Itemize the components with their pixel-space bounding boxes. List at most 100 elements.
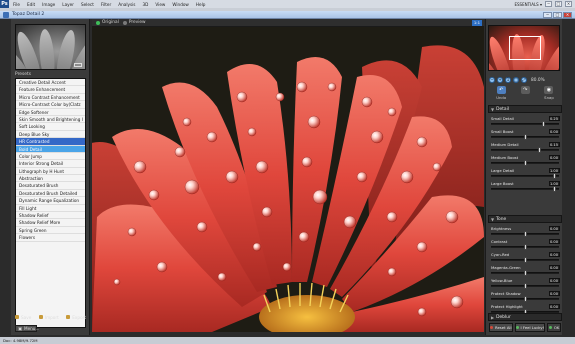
slider-protect-shadow[interactable]: Protect Shadow 0.00 <box>489 291 561 303</box>
slider-magenta-green[interactable]: Magenta-Green 0.00 <box>489 265 561 277</box>
preset-item[interactable]: Interior Strong Detail <box>16 160 85 168</box>
undo-button[interactable]: ↶ Undo <box>496 86 506 102</box>
menu-layer[interactable]: Layer <box>62 2 74 7</box>
preset-item[interactable]: Skin Smooth and Brightening I <box>16 116 85 124</box>
zoom-out-icon[interactable]: − <box>489 77 495 83</box>
navigator-viewport-box[interactable] <box>509 36 541 60</box>
preset-item[interactable]: Desaturated Brush <box>16 182 85 190</box>
slider-large-detail[interactable]: Large Detail 1.00 <box>489 168 561 180</box>
zoom-fill-icon[interactable]: ⤢ <box>521 77 527 83</box>
slider-value-field[interactable]: 0.00 <box>549 304 560 309</box>
slider-medium-detail[interactable]: Medium Detail 0.15 <box>489 142 561 154</box>
menu-file[interactable]: File <box>13 2 20 7</box>
slider-value-field[interactable]: 0.00 <box>549 239 560 244</box>
ps-minimize-button[interactable]: − <box>545 1 552 7</box>
slider-knob[interactable] <box>523 270 527 276</box>
zoom-100-icon[interactable]: 1 <box>505 77 511 83</box>
preset-item[interactable]: Feature Enhancement <box>16 86 85 94</box>
original-toggle[interactable]: Original <box>96 20 119 25</box>
image-preview[interactable] <box>92 27 484 332</box>
thumbnail-nav-box[interactable] <box>74 63 82 67</box>
slider-value-field[interactable]: 0.00 <box>549 155 560 160</box>
redo-button[interactable]: ↷ <box>520 86 530 102</box>
preset-item[interactable]: Bold Detail <box>16 145 85 153</box>
menu-help[interactable]: Help <box>196 2 206 7</box>
preset-item[interactable]: Dynamic Range Equalization <box>16 197 85 205</box>
slider-value-field[interactable]: 0.00 <box>549 265 560 270</box>
preset-item[interactable]: Spring Green <box>16 227 85 235</box>
menu-edit[interactable]: Edit <box>27 2 35 7</box>
slider-knob[interactable] <box>552 173 556 179</box>
detail-section-header[interactable]: ▼ Detail <box>488 105 562 113</box>
workspace-switcher[interactable]: ESSENTIALS ▾ <box>514 2 542 7</box>
ps-close-button[interactable]: × <box>565 1 572 7</box>
menu-button[interactable]: ▣ Menu... <box>15 325 39 332</box>
minimize-button[interactable]: − <box>543 11 552 18</box>
slider-knob[interactable] <box>537 147 541 153</box>
slider-value-field[interactable]: 0.00 <box>549 226 560 231</box>
slider-knob[interactable] <box>523 231 527 237</box>
ok-button[interactable]: OK <box>547 323 561 332</box>
slider-value-field[interactable]: 0.25 <box>549 116 560 121</box>
snap-button[interactable]: ◉ Snap <box>544 86 554 102</box>
preset-item[interactable]: Deep Blue Sky <box>16 131 85 139</box>
menu-view[interactable]: View <box>155 2 165 7</box>
slider-value-field[interactable]: 0.00 <box>549 129 560 134</box>
preset-item[interactable]: Shadow Relief <box>16 212 85 220</box>
slider-knob[interactable] <box>523 296 527 302</box>
slider-brightness[interactable]: Brightness 0.00 <box>489 226 561 238</box>
slider-value-field[interactable]: 0.00 <box>549 252 560 257</box>
menu-3d[interactable]: 3D <box>143 2 149 7</box>
zoom-fit-icon[interactable]: ▢ <box>513 77 519 83</box>
ps-maximize-button[interactable]: □ <box>555 1 562 7</box>
slider-value-field[interactable]: 0.15 <box>549 142 560 147</box>
deblur-section-header[interactable]: ▶ Deblur <box>488 313 562 321</box>
preset-item[interactable]: Soft Looking <box>16 123 85 131</box>
slider-medium-boost[interactable]: Medium Boost 0.00 <box>489 155 561 167</box>
reset-all-button[interactable]: Reset All <box>489 323 513 332</box>
preset-item[interactable]: Flowers <box>16 234 85 242</box>
slider-track[interactable] <box>491 123 559 125</box>
export-preset-button[interactable]: Export <box>66 315 86 320</box>
slider-cyan-red[interactable]: Cyan-Red 0.00 <box>489 252 561 264</box>
slider-yellow-blue[interactable]: Yellow-Blue 0.00 <box>489 278 561 290</box>
slider-large-boost[interactable]: Large Boost 1.00 <box>489 181 561 193</box>
slider-value-field[interactable]: 0.00 <box>549 278 560 283</box>
slider-contrast[interactable]: Contrast 0.00 <box>489 239 561 251</box>
preset-item[interactable]: Shadow Relief More <box>16 219 85 227</box>
menu-filter[interactable]: Filter <box>101 2 111 7</box>
import-preset-button[interactable]: Import <box>38 315 59 320</box>
preset-item[interactable]: HR Contrasted <box>16 138 85 146</box>
slider-small-boost[interactable]: Small Boost 0.00 <box>489 129 561 141</box>
slider-knob[interactable] <box>523 257 527 263</box>
zoom-ratio-badge[interactable]: 1:1 <box>471 19 482 26</box>
slider-track[interactable] <box>491 175 559 177</box>
preset-item[interactable]: Abstraction <box>16 175 85 183</box>
preset-item[interactable]: Color Jump <box>16 153 85 161</box>
preset-item[interactable]: Micro Contrast Enhancement <box>16 94 85 102</box>
preset-item[interactable]: Edge Softener <box>16 109 85 116</box>
preset-item[interactable]: Micro-Contrast Color by(Clatz <box>16 101 85 109</box>
save-preset-button[interactable]: Save <box>15 315 31 320</box>
slider-knob[interactable] <box>541 121 545 127</box>
slider-small-detail[interactable]: Small Detail 0.25 <box>489 116 561 128</box>
preset-item[interactable]: Desaturated Brush Detailed <box>16 190 85 198</box>
menu-analysis[interactable]: Analysis <box>118 2 135 7</box>
menu-window[interactable]: Window <box>172 2 189 7</box>
preset-item[interactable]: Fill Light <box>16 205 85 213</box>
preview-toggle[interactable]: Preview <box>122 20 146 25</box>
menu-select[interactable]: Select <box>81 2 94 7</box>
tone-section-header[interactable]: ▼ Tone <box>488 215 562 223</box>
slider-knob[interactable] <box>523 283 527 289</box>
close-button[interactable]: × <box>563 11 572 18</box>
slider-track[interactable] <box>491 188 559 190</box>
maximize-button[interactable]: □ <box>553 11 562 18</box>
navigator-thumbnail[interactable] <box>488 25 560 71</box>
zoom-in-icon[interactable]: + <box>497 77 503 83</box>
slider-value-field[interactable]: 0.00 <box>549 291 560 296</box>
slider-knob[interactable] <box>523 134 527 140</box>
presets-list[interactable]: Creative Detail Accent Feature Enhancemen… <box>15 78 86 328</box>
menu-image[interactable]: Image <box>42 2 55 7</box>
slider-knob[interactable] <box>552 186 556 192</box>
slider-knob[interactable] <box>523 160 527 166</box>
